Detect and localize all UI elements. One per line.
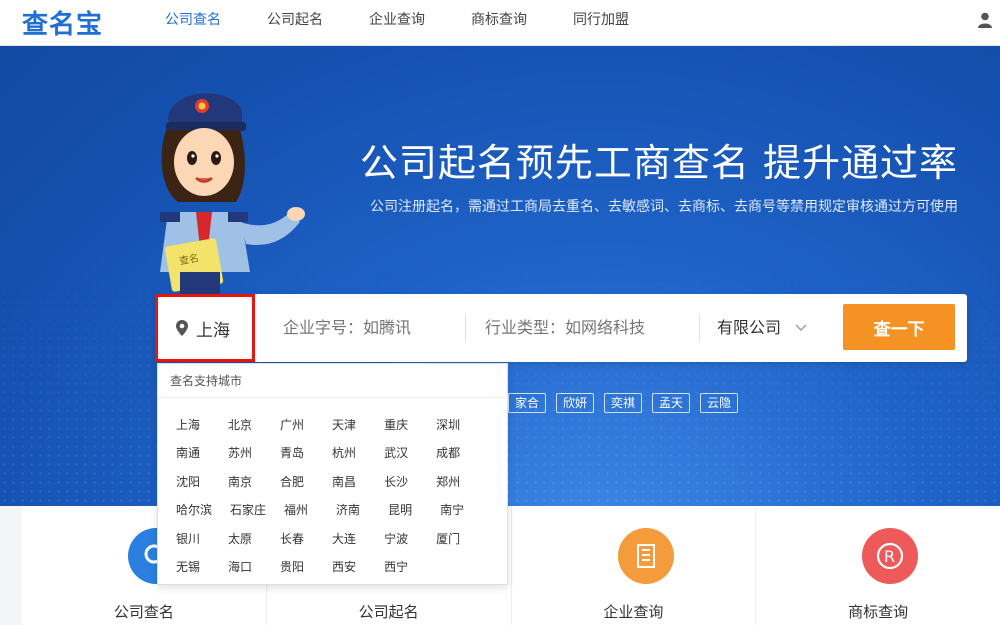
city-row: 南通 苏州 青岛 杭州 武汉 成都	[176, 439, 492, 468]
city-dropdown-header: 查名支持城市	[158, 364, 507, 398]
suggested-name-tags: 家合 欣妍 奕祺 孟天 云隐	[508, 393, 748, 413]
city-row: 银川 太原 长春 大连 宁波 厦门	[176, 524, 492, 553]
city-option[interactable]: 太原	[228, 530, 252, 547]
name-tag[interactable]: 家合	[508, 393, 547, 413]
company-name-input[interactable]	[283, 314, 453, 342]
city-option[interactable]: 无锡	[176, 558, 200, 575]
nav-item-company-name-check[interactable]: 公司查名	[165, 0, 221, 46]
city-option[interactable]: 北京	[228, 416, 252, 433]
main-nav: 公司查名 公司起名 企业查询 商标查询 同行加盟	[165, 0, 675, 46]
city-option[interactable]: 南通	[176, 444, 200, 461]
city-option[interactable]: 南宁	[440, 501, 464, 518]
city-option[interactable]: 长沙	[384, 473, 408, 490]
service-label: 商标查询	[848, 603, 909, 621]
service-label: 公司查名	[113, 603, 174, 621]
city-option[interactable]: 银川	[176, 530, 200, 547]
industry-type-input[interactable]	[485, 314, 685, 342]
search-divider	[465, 314, 466, 342]
city-option[interactable]: 海口	[228, 558, 252, 575]
city-row: 沈阳 南京 合肥 南昌 长沙 郑州	[176, 467, 492, 496]
city-option[interactable]: 南京	[228, 473, 252, 490]
city-option[interactable]: 深圳	[436, 416, 460, 433]
top-header: 查名宝 公司查名 公司起名 企业查询 商标查询 同行加盟	[0, 0, 1000, 46]
city-option[interactable]: 成都	[436, 444, 460, 461]
city-option[interactable]: 武汉	[384, 444, 408, 461]
site-logo[interactable]: 查名宝	[22, 4, 103, 41]
city-row: 哈尔滨 石家庄 福州 济南 昆明 南宁	[176, 496, 492, 525]
city-dropdown: 查名支持城市 上海 北京 广州 天津 重庆 深圳 南通 苏州 青岛 杭州 武汉 …	[157, 363, 508, 585]
company-type-select[interactable]: 有限公司	[717, 314, 807, 342]
city-option[interactable]: 苏州	[228, 444, 252, 461]
city-option[interactable]: 沈阳	[176, 473, 200, 490]
city-option[interactable]: 哈尔滨	[176, 501, 212, 518]
name-tag[interactable]: 云隐	[700, 393, 739, 413]
city-option[interactable]: 上海	[176, 416, 200, 433]
city-option[interactable]: 福州	[284, 501, 308, 518]
city-option[interactable]: 厦门	[436, 530, 460, 547]
city-row: 上海 北京 广州 天津 重庆 深圳	[176, 410, 492, 439]
city-option[interactable]: 济南	[336, 501, 360, 518]
name-tag[interactable]: 孟天	[652, 393, 691, 413]
chevron-down-icon	[795, 324, 807, 331]
city-option[interactable]: 西宁	[384, 558, 408, 575]
city-option[interactable]: 杭州	[332, 444, 356, 461]
city-option[interactable]: 南昌	[332, 473, 356, 490]
service-label: 企业查询	[603, 603, 664, 621]
city-option[interactable]: 天津	[332, 416, 356, 433]
city-grid: 上海 北京 广州 天津 重庆 深圳 南通 苏州 青岛 杭州 武汉 成都 沈阳 南…	[176, 410, 492, 581]
police-mascot-illustration: 查名	[160, 93, 305, 312]
search-bar: 上海 有限公司 查一下	[155, 294, 967, 362]
company-type-value: 有限公司	[717, 318, 782, 337]
city-row: 无锡 海口 贵阳 西安 西宁	[176, 553, 492, 582]
svg-text:R: R	[884, 547, 895, 566]
city-option[interactable]: 宁波	[384, 530, 408, 547]
registered-icon: R	[862, 528, 919, 584]
location-pin-icon	[176, 320, 188, 336]
nav-item-company-naming[interactable]: 公司起名	[267, 0, 323, 46]
service-trademark-query[interactable]: R 商标查询	[756, 506, 1000, 625]
service-enterprise-query[interactable]: 企业查询	[512, 506, 757, 625]
city-option[interactable]: 长春	[280, 530, 304, 547]
service-label: 公司起名	[358, 603, 419, 621]
user-icon[interactable]	[978, 12, 992, 28]
city-option[interactable]: 石家庄	[230, 501, 266, 518]
city-selector[interactable]: 上海	[155, 294, 255, 362]
city-option[interactable]: 郑州	[436, 473, 460, 490]
search-divider	[699, 314, 700, 342]
name-tag[interactable]: 欣妍	[556, 393, 595, 413]
city-option[interactable]: 广州	[280, 416, 304, 433]
nav-item-trademark-query[interactable]: 商标查询	[471, 0, 527, 46]
building-icon	[617, 528, 674, 584]
search-button[interactable]: 查一下	[843, 304, 955, 350]
city-option[interactable]: 贵阳	[280, 558, 304, 575]
nav-item-enterprise-query[interactable]: 企业查询	[369, 0, 425, 46]
name-tag[interactable]: 奕祺	[604, 393, 643, 413]
city-option[interactable]: 合肥	[280, 473, 304, 490]
hero-title: 公司起名预先工商查名 提升通过率	[359, 141, 958, 185]
city-option[interactable]: 西安	[332, 558, 356, 575]
hero-subtitle: 公司注册起名，需通过工商局去重名、去敏感词、去商标、去商号等禁用规定审核通过方可…	[370, 199, 958, 215]
city-option[interactable]: 大连	[332, 530, 356, 547]
selected-city: 上海	[196, 320, 230, 341]
city-option[interactable]: 昆明	[388, 501, 412, 518]
nav-item-franchise[interactable]: 同行加盟	[573, 0, 629, 46]
city-option[interactable]: 重庆	[384, 416, 408, 433]
city-option[interactable]: 青岛	[280, 444, 304, 461]
